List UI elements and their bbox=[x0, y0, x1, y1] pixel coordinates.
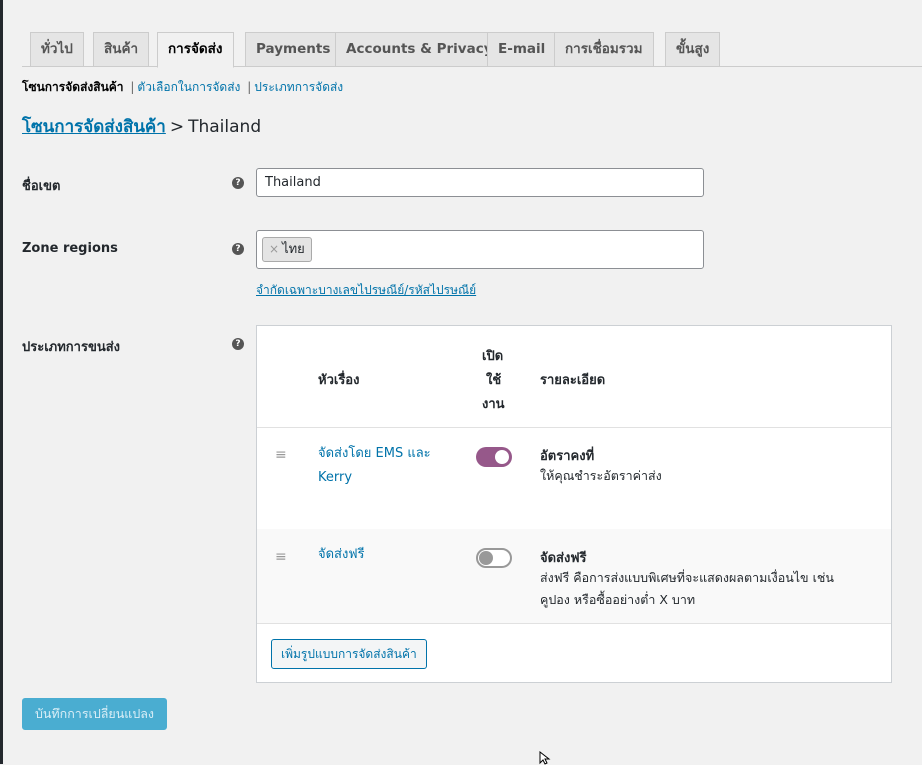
method-name-link[interactable]: จัดส่งโดย EMS และ bbox=[318, 442, 431, 466]
table-divider bbox=[257, 623, 891, 624]
help-icon[interactable]: ? bbox=[232, 177, 244, 189]
zone-regions-label: Zone regions bbox=[22, 241, 118, 256]
drag-handle-icon[interactable]: ≡ bbox=[275, 550, 287, 564]
tab-email[interactable]: E-mail bbox=[487, 32, 557, 67]
tab-advanced[interactable]: ขั้นสูง bbox=[665, 32, 721, 67]
settings-tabs: ทั่วไป สินค้า การจัดส่ง Payments Account… bbox=[22, 31, 922, 68]
method-name-link[interactable]: Kerry bbox=[318, 466, 352, 490]
method-type: จัดส่งฟรี bbox=[540, 551, 587, 566]
breadcrumb-separator: > bbox=[169, 117, 185, 137]
header-enabled-line1: เปิด bbox=[482, 349, 504, 364]
method-enabled-toggle[interactable] bbox=[476, 447, 512, 467]
method-name-link[interactable]: จัดส่งฟรี bbox=[318, 543, 365, 567]
tab-general[interactable]: ทั่วไป bbox=[30, 32, 84, 67]
subnav-separator: | bbox=[247, 80, 252, 94]
limit-postcodes-link[interactable]: จำกัดเฉพาะบางเลขไปรษณีย์/รหัสไปรษณีย์ bbox=[256, 281, 476, 300]
subnav-shipping-zones[interactable]: โซนการจัดส่งสินค้า bbox=[22, 80, 124, 94]
help-icon[interactable]: ? bbox=[232, 243, 244, 255]
method-enabled-toggle[interactable] bbox=[476, 548, 512, 568]
zone-regions-select[interactable]: × ไทย bbox=[256, 230, 704, 269]
shipping-methods-table: หัวเรื่อง เปิด ใช้ งาน รายละเอียด ≡ จัดส… bbox=[256, 325, 892, 683]
zone-name-input[interactable]: Thailand bbox=[256, 168, 704, 197]
save-changes-button[interactable]: บันทึกการเปลี่ยนแปลง bbox=[22, 698, 167, 730]
toggle-knob bbox=[495, 450, 509, 464]
method-type: อัตราคงที่ bbox=[540, 449, 595, 464]
header-description: รายละเอียด bbox=[540, 373, 606, 388]
help-icon[interactable]: ? bbox=[232, 338, 244, 350]
shipping-subnav: โซนการจัดส่งสินค้า | ตัวเลือกในการจัดส่ง … bbox=[22, 78, 343, 97]
admin-sidebar-edge bbox=[0, 0, 3, 764]
subnav-separator: | bbox=[130, 80, 135, 94]
zone-name-label: ชื่อเขต bbox=[22, 179, 61, 194]
add-shipping-method-button[interactable]: เพิ่มรูปแบบการจัดส่งสินค้า bbox=[271, 639, 427, 669]
method-description: ส่งฟรี คือการส่งแบบพิเศษที่จะแสดงผลตามเง… bbox=[540, 570, 834, 585]
tab-integration[interactable]: การเชื่อมรวม bbox=[554, 32, 654, 67]
breadcrumb: โซนการจัดส่งสินค้า > Thailand bbox=[22, 113, 261, 140]
tab-shipping[interactable]: การจัดส่ง bbox=[157, 32, 234, 68]
header-title: หัวเรื่อง bbox=[318, 373, 360, 388]
header-enabled-line2: ใช้ bbox=[486, 373, 502, 388]
remove-token-icon[interactable]: × bbox=[269, 242, 279, 256]
method-description: ให้คุณชำระอัตราค่าส่ง bbox=[540, 468, 662, 483]
table-divider bbox=[257, 427, 891, 428]
shipping-methods-label: ประเภทการขนส่ง bbox=[22, 340, 121, 355]
drag-handle-icon[interactable]: ≡ bbox=[275, 448, 287, 462]
toggle-knob bbox=[479, 551, 493, 565]
region-token: × ไทย bbox=[262, 237, 312, 262]
subnav-shipping-classes[interactable]: ประเภทการจัดส่ง bbox=[254, 80, 343, 94]
region-token-label: ไทย bbox=[282, 242, 305, 257]
breadcrumb-current: Thailand bbox=[188, 117, 262, 137]
tab-accounts-privacy[interactable]: Accounts & Privacy bbox=[335, 32, 504, 67]
breadcrumb-zones-link[interactable]: โซนการจัดส่งสินค้า bbox=[22, 117, 166, 137]
header-enabled-line3: งาน bbox=[482, 397, 505, 412]
mouse-cursor-icon bbox=[539, 751, 551, 765]
subnav-shipping-options[interactable]: ตัวเลือกในการจัดส่ง bbox=[137, 80, 240, 94]
tab-products[interactable]: สินค้า bbox=[93, 32, 150, 67]
method-description: คูปอง หรือซื้ออย่างต่ำ X บาท bbox=[540, 592, 696, 607]
tab-payments[interactable]: Payments bbox=[245, 32, 342, 67]
